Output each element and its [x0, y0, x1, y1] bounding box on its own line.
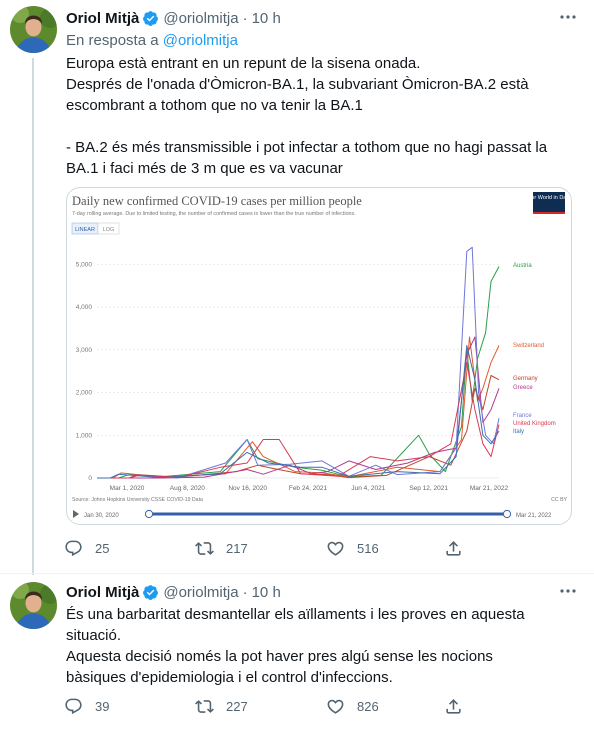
thread-connector — [32, 58, 34, 575]
y-tick-label: 5,000 — [76, 261, 93, 268]
verified-badge-icon — [143, 10, 159, 26]
author-name[interactable]: Oriol Mitjà — [66, 584, 139, 601]
covid-cases-chart: Daily new confirmed COVID-19 cases per m… — [71, 192, 572, 519]
tweet[interactable]: Oriol Mitjà @oriolmitja · 10 h En respos… — [0, 0, 594, 575]
svg-text:Our World in Data: Our World in Data — [527, 195, 572, 201]
chart-title: Daily new confirmed COVID-19 cases per m… — [72, 194, 362, 208]
x-tick-label: Mar 1, 2020 — [110, 485, 145, 492]
series-label: Germany — [513, 376, 538, 382]
x-axis-ticks: Mar 1, 2020 Aug 8, 2020 Nov 16, 2020 Feb 24… — [110, 485, 509, 492]
tweet-content: Oriol Mitjà @oriolmitja · 10 h En respos… — [66, 8, 554, 179]
author-handle[interactable]: @oriolmitja — [163, 10, 238, 27]
series-label: Greece — [513, 385, 533, 391]
reply-button[interactable]: 25 — [56, 539, 187, 558]
avatar[interactable] — [10, 582, 57, 629]
retweet-icon — [195, 700, 214, 713]
x-tick-label: Jun 4, 2021 — [351, 485, 385, 492]
series-label: Switzerland — [513, 343, 544, 349]
reply-button[interactable]: 39 — [56, 697, 187, 716]
more-icon[interactable] — [558, 10, 578, 24]
verified-badge-icon — [143, 584, 159, 600]
tweet-text: Europa està entrant en un repunt de la s… — [66, 55, 548, 177]
like-count: 516 — [357, 541, 379, 556]
like-button[interactable]: 826 — [318, 697, 449, 716]
reply-to-link[interactable]: @oriolmitja — [163, 32, 238, 49]
x-tick-label: Mar 21, 2022 — [470, 485, 509, 492]
series-line-france — [97, 246, 500, 479]
owid-logo: Our World in Data — [527, 192, 572, 214]
y-tick-label: 4,000 — [76, 304, 93, 311]
series-line-switzerland — [97, 336, 500, 479]
like-icon — [327, 699, 344, 714]
play-icon[interactable] — [73, 510, 79, 518]
retweet-count: 217 — [226, 541, 248, 556]
timeline-start-label: Jan 30, 2020 — [84, 513, 119, 519]
reply-icon — [65, 698, 82, 715]
y-tick-label: 2,000 — [76, 390, 93, 397]
series-line-germany — [97, 375, 500, 479]
tweet-actions: 39 227 826 — [56, 697, 496, 716]
tweet[interactable]: Oriol Mitjà @oriolmitja · 10 h És una ba… — [0, 573, 594, 731]
series-label: France — [513, 413, 532, 419]
retweet-icon — [195, 542, 214, 555]
x-tick-label: Nov 16, 2020 — [228, 485, 267, 492]
tweet-actions: 25 217 516 — [56, 539, 496, 558]
x-tick-label: Feb 24, 2021 — [289, 485, 328, 492]
like-button[interactable]: 516 — [318, 539, 449, 558]
series-label: United Kingdom — [513, 421, 556, 427]
series-label: Austria — [513, 263, 532, 269]
share-icon — [446, 541, 461, 556]
reply-context: En resposta a @oriolmitja — [66, 31, 554, 51]
timeline-track[interactable] — [149, 512, 507, 516]
chart-subtitle: 7-day rolling average. Due to limited te… — [72, 211, 356, 217]
share-icon — [446, 699, 461, 714]
retweet-button[interactable]: 217 — [187, 539, 318, 558]
timestamp[interactable]: 10 h — [252, 584, 281, 601]
chart-license: CC BY — [551, 497, 567, 503]
reply-count: 39 — [95, 699, 110, 714]
y-tick-label: 0 — [88, 475, 92, 482]
y-tick-label: 3,000 — [76, 347, 93, 354]
share-button[interactable] — [436, 539, 475, 558]
like-count: 826 — [357, 699, 379, 714]
timeline-end-label: Mar 21, 2022 — [516, 513, 552, 519]
reply-icon — [65, 540, 82, 557]
chart-gridlines — [97, 264, 499, 479]
author-name[interactable]: Oriol Mitjà — [66, 10, 139, 27]
x-tick-label: Aug 8, 2020 — [170, 485, 205, 492]
separator: · — [242, 583, 248, 601]
x-tick-label: Sep 12, 2021 — [409, 485, 448, 492]
timeline-start-handle[interactable] — [144, 509, 154, 519]
log-toggle-label: LOG — [103, 227, 115, 233]
chart-series — [97, 246, 500, 479]
series-line-italy — [97, 345, 500, 479]
tweet-header: Oriol Mitjà @oriolmitja · 10 h — [66, 582, 554, 602]
author-handle[interactable]: @oriolmitja — [163, 584, 238, 601]
chart-source: Source: Johns Hopkins University CSSE CO… — [72, 497, 203, 503]
tweet-text: És una barbaritat desmantellar els aïlla… — [66, 606, 525, 686]
tweet-content: Oriol Mitjà @oriolmitja · 10 h És una ba… — [66, 582, 554, 688]
y-axis-ticks: 0 1,000 2,000 3,000 4,000 5,000 — [76, 261, 93, 482]
like-icon — [327, 541, 344, 556]
retweet-button[interactable]: 227 — [187, 697, 318, 716]
tweet-media-chart[interactable]: Daily new confirmed COVID-19 cases per m… — [66, 187, 572, 525]
timestamp[interactable]: 10 h — [252, 10, 281, 27]
chart-series-labels: Austria Switzerland Germany Greece France Uni… — [513, 263, 556, 435]
series-label: Italy — [513, 429, 524, 435]
reply-count: 25 — [95, 541, 110, 556]
reply-prefix: En resposta a — [66, 32, 159, 49]
retweet-count: 227 — [226, 699, 248, 714]
avatar[interactable] — [10, 6, 57, 53]
timeline-slider[interactable]: Jan 30, 2020 Mar 21, 2022 — [73, 509, 552, 519]
separator: · — [242, 9, 248, 27]
scale-toggle[interactable]: LINEAR LOG — [71, 222, 120, 235]
timeline-end-handle[interactable] — [502, 509, 512, 519]
share-button[interactable] — [436, 697, 475, 716]
y-tick-label: 1,000 — [76, 432, 93, 439]
more-icon[interactable] — [558, 584, 578, 598]
series-line-greece — [97, 336, 500, 479]
series-line-austria — [97, 266, 500, 479]
tweet-header: Oriol Mitjà @oriolmitja · 10 h — [66, 8, 554, 28]
linear-toggle-label: LINEAR — [75, 227, 95, 233]
